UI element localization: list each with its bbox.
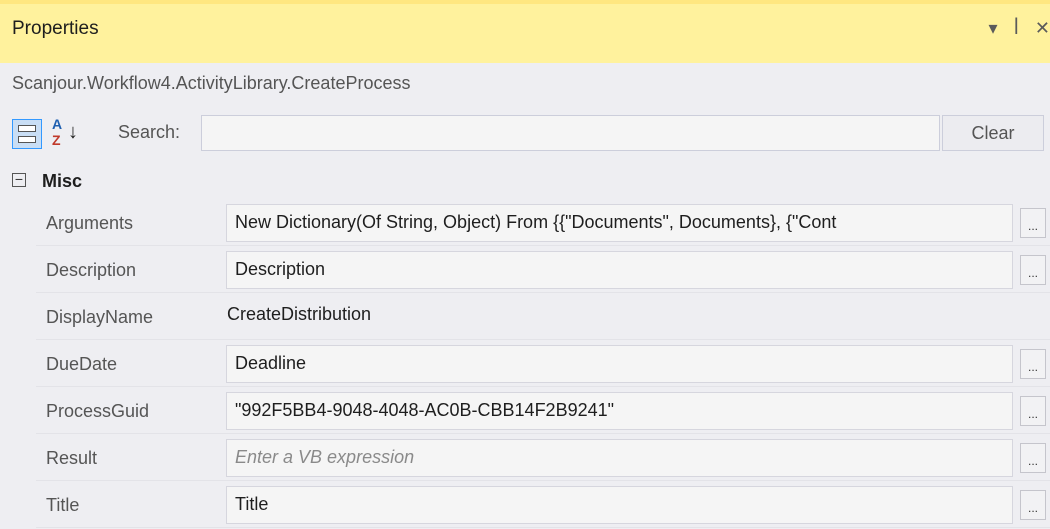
property-value-input[interactable]: Title — [226, 486, 1013, 524]
property-name: Title — [46, 495, 80, 515]
dropdown-icon[interactable]: ▾ — [989, 18, 998, 39]
property-value-input[interactable]: "992F5BB4-9048-4048-AC0B-CBB14F2B9241" — [226, 392, 1013, 430]
clear-button[interactable]: Clear — [942, 115, 1044, 151]
category-misc[interactable]: − Misc — [0, 168, 1050, 198]
panel-title: Properties — [12, 18, 99, 39]
ellipsis-button[interactable]: ... — [1020, 443, 1046, 473]
alphabetical-sort-icon[interactable]: AZ ↓ — [52, 116, 92, 150]
property-name: Result — [46, 448, 98, 468]
property-value-input[interactable]: Deadline — [226, 345, 1013, 383]
titlebar-buttons: ▾ ꟾ ✕ — [989, 18, 1050, 39]
property-name: Description — [46, 260, 137, 280]
property-name: DueDate — [46, 354, 118, 374]
ellipsis-button[interactable]: ... — [1020, 208, 1046, 238]
property-name: DisplayName — [46, 307, 154, 327]
search-input[interactable] — [201, 115, 940, 151]
property-row-title[interactable]: Title Title ... — [36, 482, 1050, 528]
close-icon[interactable]: ✕ — [1035, 18, 1050, 39]
property-row-displayname[interactable]: DisplayName CreateDistribution — [36, 294, 1050, 340]
selected-object-name: Scanjour.Workflow4.ActivityLibrary.Creat… — [12, 73, 411, 93]
property-row-arguments[interactable]: Arguments New Dictionary(Of String, Obje… — [36, 200, 1050, 246]
down-arrow-icon: ↓ — [68, 121, 78, 143]
properties-toolbar: AZ ↓ Search: Clear — [0, 112, 1050, 158]
property-row-result[interactable]: Result Enter a VB expression ... — [36, 435, 1050, 481]
property-value-input[interactable]: New Dictionary(Of String, Object) From {… — [226, 204, 1013, 242]
property-row-duedate[interactable]: DueDate Deadline ... — [36, 341, 1050, 387]
property-value-input[interactable]: Description — [226, 251, 1013, 289]
property-value-input[interactable]: Enter a VB expression — [226, 439, 1013, 477]
categorized-view-icon[interactable] — [12, 119, 42, 149]
properties-titlebar: Properties ▾ ꟾ ✕ — [0, 0, 1050, 63]
category-label: Misc — [42, 171, 83, 191]
property-row-description[interactable]: Description Description ... — [36, 247, 1050, 293]
property-value-text[interactable]: CreateDistribution — [227, 304, 371, 325]
property-name: ProcessGuid — [46, 401, 150, 421]
collapse-icon[interactable]: − — [12, 172, 26, 187]
ellipsis-button[interactable]: ... — [1020, 349, 1046, 379]
pin-icon[interactable]: ꟾ — [1014, 18, 1019, 39]
ellipsis-button[interactable]: ... — [1020, 255, 1046, 285]
property-name: Arguments — [46, 213, 134, 233]
search-label: Search: — [118, 122, 181, 142]
ellipsis-button[interactable]: ... — [1020, 396, 1046, 426]
property-grid: Arguments New Dictionary(Of String, Obje… — [36, 200, 1050, 529]
az-glyph: AZ — [52, 116, 63, 148]
ellipsis-button[interactable]: ... — [1020, 490, 1046, 520]
property-row-processguid[interactable]: ProcessGuid "992F5BB4-9048-4048-AC0B-CBB… — [36, 388, 1050, 434]
